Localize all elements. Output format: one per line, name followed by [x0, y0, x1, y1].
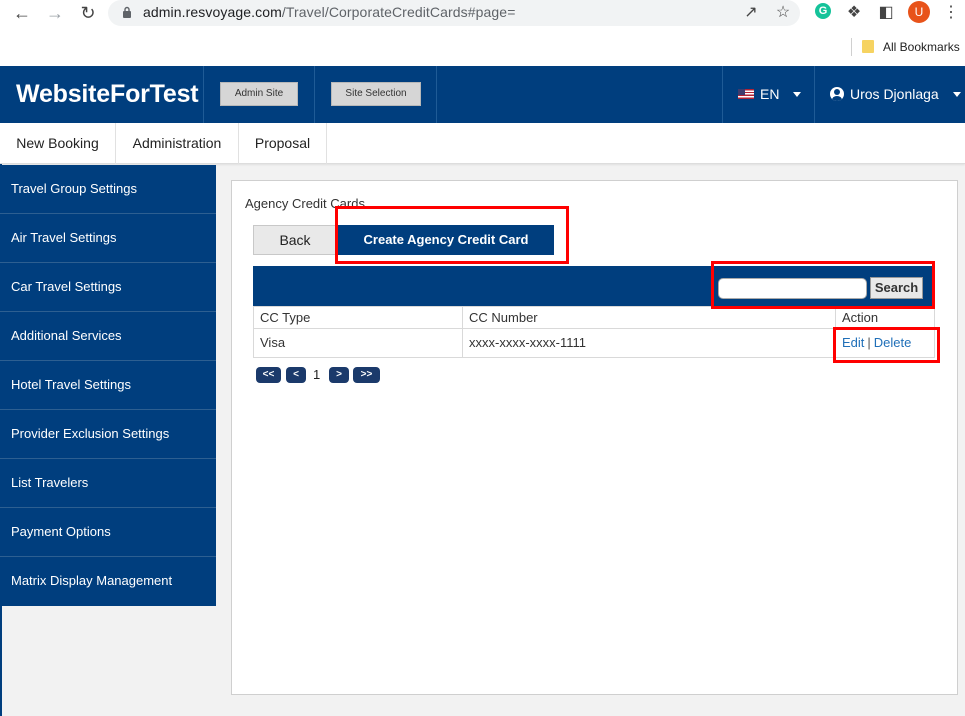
chevron-down-icon [952, 91, 961, 97]
edit-link[interactable]: Edit [842, 335, 864, 350]
sidebar-item-air-travel-settings[interactable]: Air Travel Settings [0, 214, 216, 263]
search-button[interactable]: Search [870, 277, 923, 299]
side-panel-icon[interactable]: ◧ [875, 2, 897, 24]
header-divider [314, 66, 315, 123]
language-selector[interactable]: EN [738, 86, 802, 102]
puzzle-extensions-icon[interactable]: ❖ [843, 2, 865, 24]
delete-link[interactable]: Delete [874, 335, 912, 350]
content-panel [231, 180, 958, 695]
action-separator: | [867, 335, 871, 350]
grammarly-extension-icon[interactable]: G [815, 3, 831, 19]
page-title: Agency Credit Cards [245, 196, 365, 211]
share-icon[interactable]: ↗ [740, 2, 762, 24]
action-cell: Edit | Delete [836, 329, 934, 357]
sidebar: Travel Group Settings Air Travel Setting… [0, 165, 216, 606]
language-label: EN [760, 86, 780, 102]
last-page-button[interactable]: >> [353, 367, 380, 383]
create-agency-credit-card-button[interactable]: Create Agency Credit Card [338, 225, 554, 255]
prev-page-button[interactable]: < [286, 367, 306, 383]
user-menu[interactable]: Uros Djonlaga [830, 86, 961, 102]
back-arrow-icon[interactable]: ← [10, 2, 34, 24]
table-header-row: CC Type CC Number Action [253, 306, 935, 329]
back-button[interactable]: Back [253, 225, 337, 255]
url-domain: admin.resvoyage.com [143, 4, 282, 20]
sidebar-item-payment-options[interactable]: Payment Options [0, 508, 216, 557]
reload-icon[interactable]: ↻ [76, 2, 100, 24]
sidebar-item-travel-group-settings[interactable]: Travel Group Settings [0, 165, 216, 214]
star-icon[interactable]: ☆ [772, 2, 794, 24]
sidebar-item-hotel-travel-settings[interactable]: Hotel Travel Settings [0, 361, 216, 410]
folder-icon [862, 40, 874, 53]
column-header-action: Action [842, 310, 879, 325]
cc-number-cell: xxxx-xxxx-xxxx-1111 [463, 329, 836, 357]
current-page-number[interactable]: 1 [313, 367, 320, 382]
column-header-cc-type[interactable]: CC Type [254, 307, 463, 328]
sidebar-item-list-travelers[interactable]: List Travelers [0, 459, 216, 508]
sidebar-item-additional-services[interactable]: Additional Services [0, 312, 216, 361]
first-page-button[interactable]: << [256, 367, 281, 383]
admin-site-button[interactable]: Admin Site [220, 82, 298, 106]
header-divider [203, 66, 204, 123]
chevron-down-icon [793, 91, 802, 97]
cc-type-cell: Visa [254, 329, 463, 357]
user-name: Uros Djonlaga [850, 86, 939, 102]
user-icon [830, 87, 844, 101]
bookmarks-bar [0, 32, 965, 66]
header-divider [722, 66, 723, 123]
site-logo[interactable]: WebsiteForTest [16, 80, 199, 109]
us-flag-icon [738, 89, 754, 99]
search-input[interactable] [718, 278, 867, 299]
more-menu-icon[interactable]: ⋮ [940, 2, 962, 24]
url-path: /Travel/CorporateCreditCards#page= [281, 4, 516, 20]
lock-icon [123, 6, 131, 18]
sidebar-item-provider-exclusion-settings[interactable]: Provider Exclusion Settings [0, 410, 216, 459]
menu-item-new-booking[interactable]: New Booking [0, 123, 116, 164]
header-divider [814, 66, 815, 123]
address-bar[interactable]: admin.resvoyage.com/Travel/CorporateCred… [108, 0, 800, 26]
site-selection-button[interactable]: Site Selection [331, 82, 421, 106]
bookmarks-separator [851, 38, 852, 56]
column-header-cc-number[interactable]: CC Number [463, 307, 836, 328]
all-bookmarks-link[interactable]: All Bookmarks [883, 40, 960, 54]
header-divider [436, 66, 437, 123]
sidebar-item-matrix-display-management[interactable]: Matrix Display Management [0, 557, 216, 606]
url-text: admin.resvoyage.com/Travel/CorporateCred… [143, 4, 515, 20]
sidebar-item-car-travel-settings[interactable]: Car Travel Settings [0, 263, 216, 312]
table-row: Visa xxxx-xxxx-xxxx-1111 Edit | Delete [253, 328, 935, 358]
forward-arrow-icon[interactable]: → [43, 2, 67, 24]
menu-item-administration[interactable]: Administration [116, 123, 239, 164]
next-page-button[interactable]: > [329, 367, 349, 383]
menu-item-proposal[interactable]: Proposal [239, 123, 327, 164]
profile-avatar[interactable]: U [908, 1, 930, 23]
